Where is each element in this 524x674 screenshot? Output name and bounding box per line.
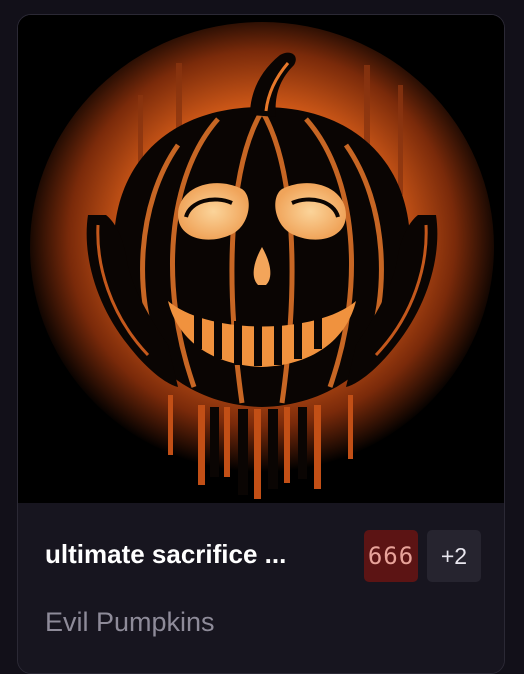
collection-name[interactable]: Evil Pumpkins: [45, 607, 215, 638]
nft-card[interactable]: ultimate sacrifice ... 666 +2 Evil Pumpk…: [17, 14, 505, 674]
nft-title[interactable]: ultimate sacrifice ...: [45, 539, 365, 570]
more-badges-counter[interactable]: +2: [427, 530, 481, 582]
artwork-image[interactable]: [18, 15, 504, 503]
pumpkin-skull-illustration: [18, 15, 504, 503]
card-info: ultimate sacrifice ... 666 +2 Evil Pumpk…: [18, 503, 504, 673]
number-badge: 666: [364, 530, 418, 582]
